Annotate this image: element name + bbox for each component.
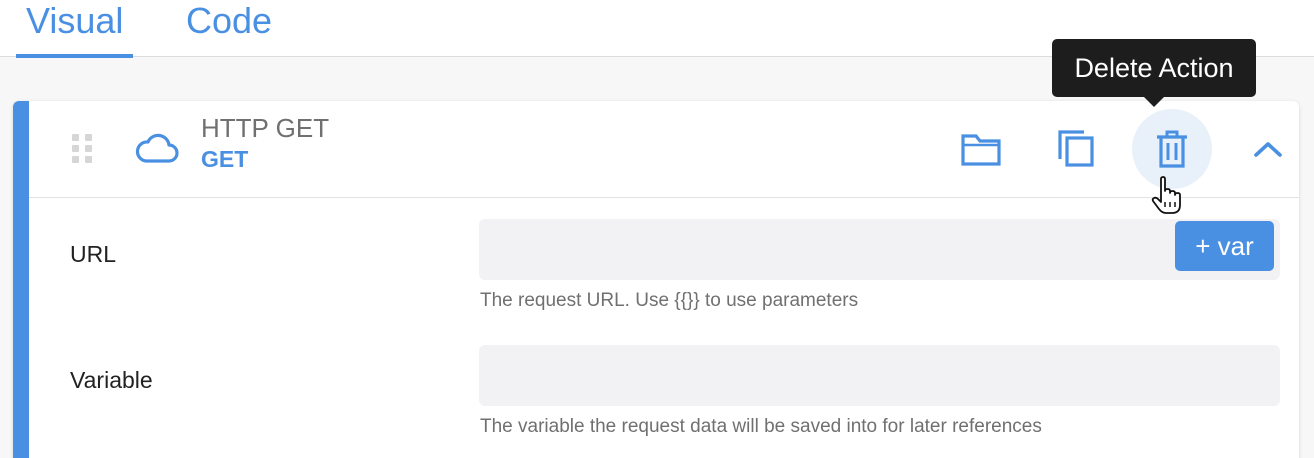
action-card-header: HTTP GET GET — [29, 101, 1299, 198]
action-title: HTTP GET — [201, 113, 330, 143]
action-method: GET — [201, 146, 249, 172]
drag-handle-icon[interactable] — [72, 134, 92, 164]
variable-input[interactable] — [479, 345, 1280, 406]
folder-button[interactable] — [941, 109, 1021, 189]
cloud-icon — [135, 133, 179, 163]
url-help-text: The request URL. Use {{}} to use paramet… — [480, 290, 859, 311]
tab-code[interactable]: Code — [176, 0, 282, 57]
tab-visual[interactable]: Visual — [16, 0, 134, 58]
hand-pointer-icon — [1151, 176, 1181, 214]
folder-icon — [961, 134, 1001, 166]
variable-label: Variable — [70, 367, 153, 393]
collapse-button[interactable] — [1228, 109, 1308, 189]
chevron-up-icon — [1254, 142, 1282, 157]
delete-action-tooltip: Delete Action — [1052, 39, 1256, 107]
variable-help-text: The variable the request data will be sa… — [480, 416, 1042, 437]
copy-icon — [1058, 130, 1094, 167]
duplicate-button[interactable] — [1036, 109, 1116, 189]
trash-icon — [1157, 130, 1187, 168]
url-input[interactable] — [479, 219, 1280, 280]
url-label: URL — [70, 241, 117, 267]
add-var-button[interactable]: + var — [1175, 221, 1274, 271]
